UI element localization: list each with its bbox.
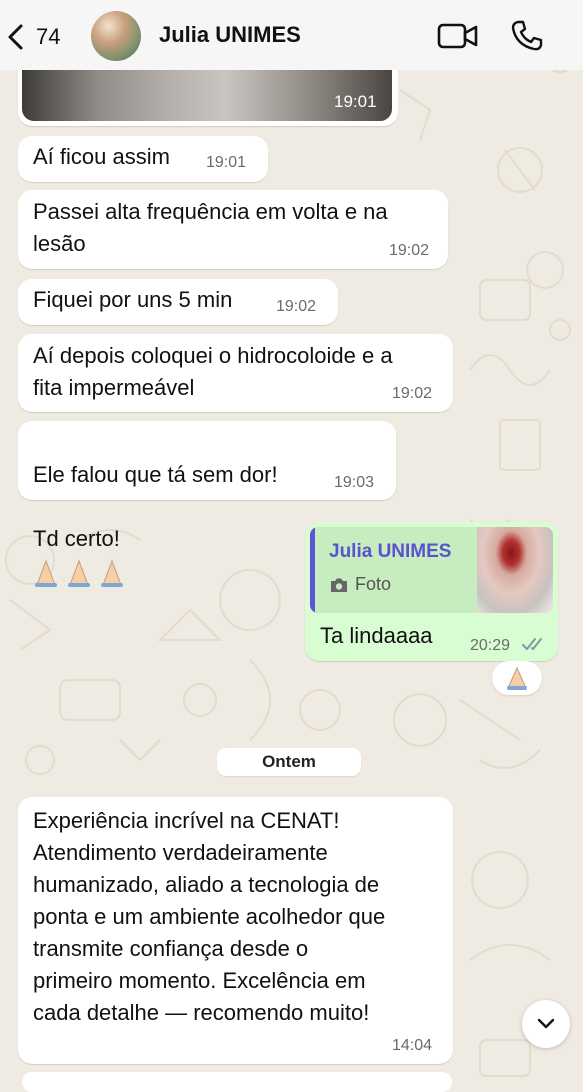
phone-icon[interactable] bbox=[510, 19, 544, 53]
quoted-type-label: Foto bbox=[355, 574, 392, 594]
quoted-photo-thumbnail bbox=[477, 527, 553, 613]
message-list: 19:01 Aí ficou assim 19:01 Passei alta f… bbox=[0, 0, 583, 1092]
quoted-author: Julia UNIMES bbox=[329, 541, 452, 562]
incoming-message[interactable]: Experiência incrível na CENAT! Atendimen… bbox=[18, 797, 453, 1064]
scroll-to-bottom-button[interactable] bbox=[522, 1000, 570, 1048]
message-text: Ta lindaaaa bbox=[320, 623, 433, 648]
incoming-message[interactable]: Aí ficou assim 19:01 bbox=[18, 136, 268, 182]
message-time: 19:01 bbox=[334, 92, 377, 111]
chevron-down-icon bbox=[537, 1018, 555, 1029]
folded-hands-emoji bbox=[507, 666, 527, 690]
message-text: Ele falou que tá sem dor! Td certo! bbox=[33, 427, 278, 588]
unread-count: 74 bbox=[36, 24, 61, 49]
message-time: 19:02 bbox=[392, 385, 433, 402]
message-line: Td certo! bbox=[33, 526, 120, 551]
message-text: Experiência incrível na CENAT! Atendimen… bbox=[33, 808, 386, 1025]
incoming-message[interactable] bbox=[22, 1072, 452, 1092]
message-time: 19:02 bbox=[389, 242, 430, 259]
message-text: Passei alta frequência em volta e na les… bbox=[33, 199, 388, 256]
message-time: 19:02 bbox=[276, 298, 317, 315]
message-time: 20:29 bbox=[470, 637, 511, 654]
incoming-message[interactable]: Passei alta frequência em volta e na les… bbox=[18, 190, 448, 269]
back-chevron-icon bbox=[8, 24, 23, 50]
avatar[interactable] bbox=[91, 11, 141, 61]
incoming-message[interactable]: Aí depois coloquei o hidrocoloide e a fi… bbox=[18, 334, 453, 412]
video-call-icon[interactable] bbox=[437, 21, 479, 51]
message-time: 14:04 bbox=[392, 1037, 433, 1054]
chat-header: 74 Julia UNIMES bbox=[0, 0, 583, 70]
message-time: 19:01 bbox=[206, 154, 247, 171]
camera-icon bbox=[331, 578, 347, 592]
quoted-type: Foto bbox=[329, 574, 391, 595]
date-separator: Ontem bbox=[217, 748, 361, 776]
quoted-message[interactable]: Julia UNIMES Foto bbox=[310, 527, 553, 613]
message-time: 19:03 bbox=[334, 474, 375, 491]
message-line: Ele falou que tá sem dor! bbox=[33, 462, 278, 487]
back-button[interactable]: 74 bbox=[6, 20, 84, 54]
message-text: Aí depois coloquei o hidrocoloide e a fi… bbox=[33, 343, 393, 400]
folded-hands-emoji bbox=[35, 559, 123, 588]
incoming-message[interactable]: Ele falou que tá sem dor! Td certo! 19:0… bbox=[18, 421, 396, 588]
incoming-message[interactable]: Fiquei por uns 5 min 19:02 bbox=[18, 279, 338, 325]
message-text: Aí ficou assim bbox=[33, 144, 170, 169]
message-reaction[interactable] bbox=[492, 661, 542, 695]
contact-name[interactable]: Julia UNIMES bbox=[159, 22, 301, 48]
double-check-icon bbox=[522, 638, 542, 650]
quote-accent-bar bbox=[310, 527, 315, 613]
message-text: Fiquei por uns 5 min bbox=[33, 287, 233, 312]
